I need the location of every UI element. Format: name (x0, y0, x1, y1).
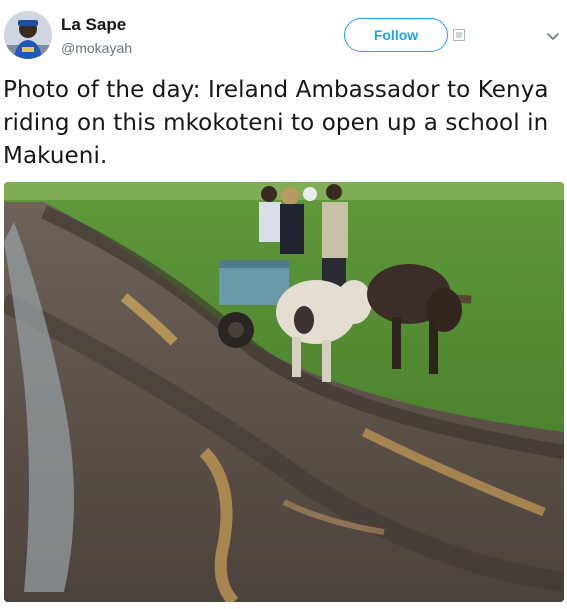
twitter-bird-icon (453, 29, 465, 41)
avatar[interactable] (4, 11, 52, 59)
tweet-photo[interactable] (4, 182, 564, 602)
chevron-down-icon[interactable] (545, 28, 561, 44)
follow-button[interactable]: Follow (344, 18, 448, 52)
user-handle[interactable]: @mokayah (61, 40, 132, 56)
tweet-text: Photo of the day: Ireland Ambassador to … (3, 77, 549, 169)
display-name[interactable]: La Sape (61, 15, 126, 35)
